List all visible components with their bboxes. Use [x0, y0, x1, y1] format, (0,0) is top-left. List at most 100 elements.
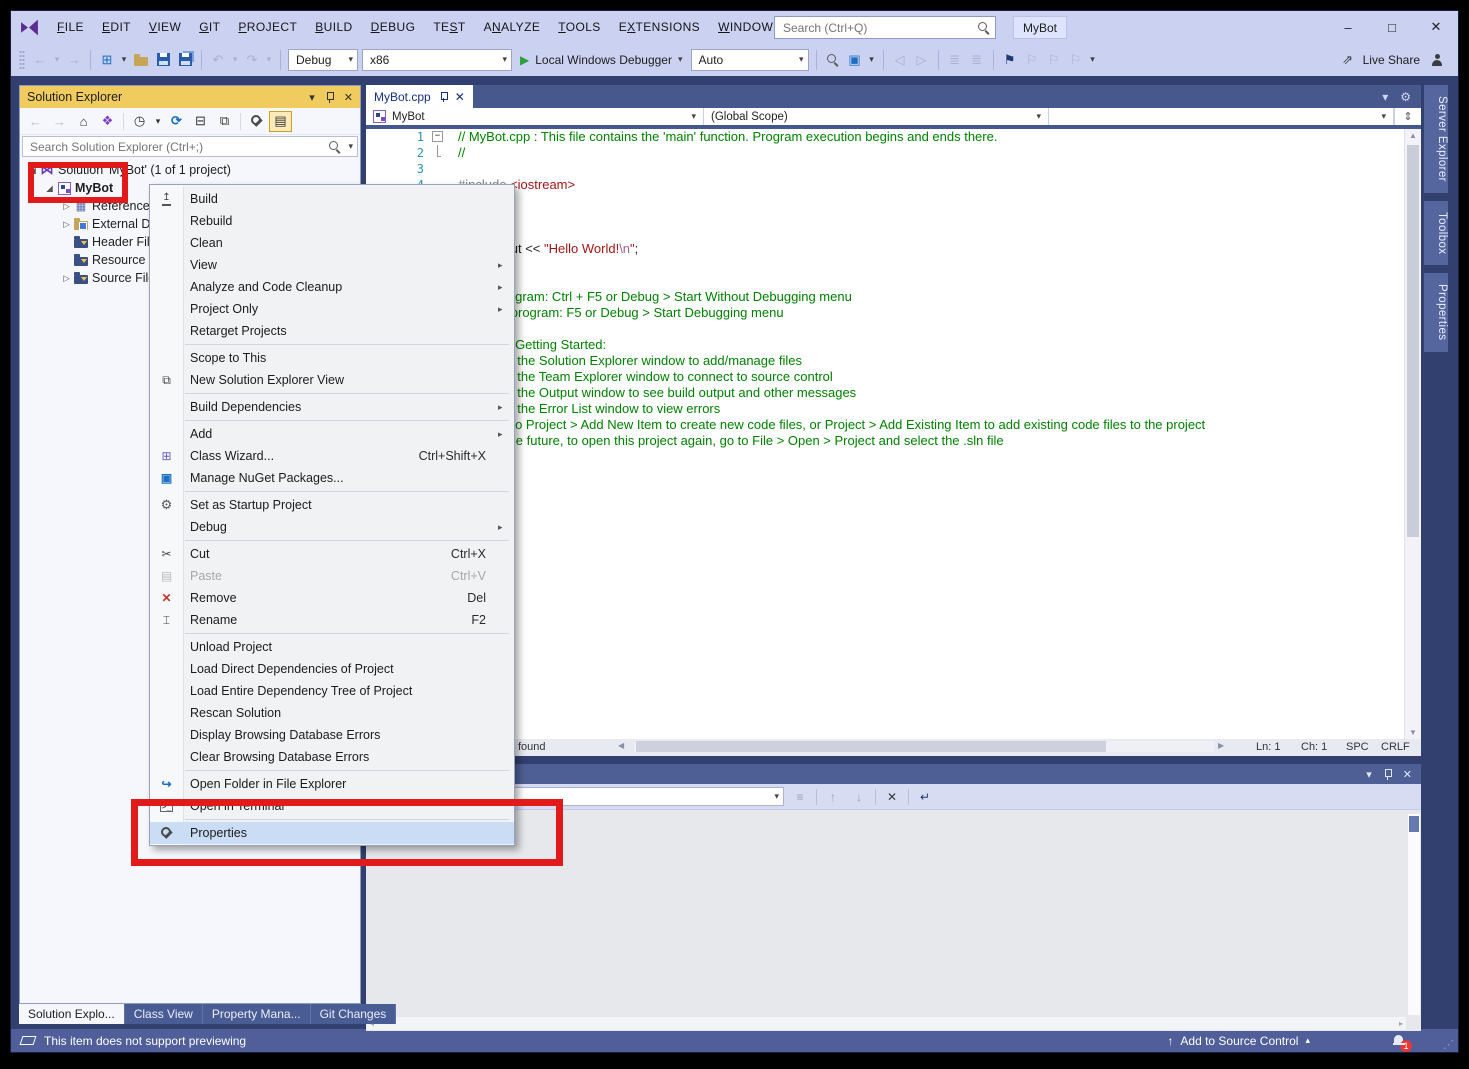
document-dropdown[interactable]: ▾ — [1382, 90, 1388, 104]
sync-with-active-document-icon[interactable]: ⧉ — [213, 111, 236, 132]
pin-icon[interactable] — [324, 91, 335, 103]
save-all-icon[interactable] — [174, 48, 196, 72]
context-menu-item-display-browsing-database-errors[interactable]: Display Browsing Database Errors — [150, 724, 514, 746]
editor-split-handle[interactable]: ⇕ — [1394, 108, 1421, 125]
context-menu-item-clear-browsing-database-errors[interactable]: Clear Browsing Database Errors — [150, 746, 514, 768]
save-icon[interactable] — [152, 48, 174, 72]
next-bookmark-icon[interactable]: ⚐ — [1043, 48, 1065, 72]
solution-name-badge[interactable]: MyBot — [1013, 16, 1067, 39]
hscroll-right-arrow[interactable]: ▸ — [1399, 1019, 1403, 1028]
editor-horizontal-scrollbar[interactable] — [634, 741, 1214, 752]
menu-view[interactable]: VIEW — [140, 20, 190, 34]
menu-build[interactable]: BUILD — [306, 20, 361, 34]
document-health-indicator[interactable]: found — [518, 741, 546, 753]
switch-views-icon[interactable]: ❖ — [96, 111, 119, 132]
collapse-all-icon[interactable]: ⊟ — [189, 111, 212, 132]
resize-grip[interactable]: ⋰ — [1443, 1038, 1454, 1051]
next-message-icon[interactable]: ↓ — [849, 790, 869, 804]
tree-expander[interactable]: ▷ — [60, 219, 73, 230]
solution-explorer-search[interactable]: ▾ — [22, 136, 358, 157]
toggle-word-wrap-icon[interactable]: ↵ — [915, 790, 935, 804]
context-menu-item-manage-nuget-packages[interactable]: ▣Manage NuGet Packages... — [150, 467, 514, 489]
project-scope-combo[interactable]: MyBot ▾ — [366, 108, 704, 125]
tab-close-icon[interactable]: ✕ — [455, 90, 465, 104]
context-menu-item-add[interactable]: Add▸ — [150, 423, 514, 445]
context-menu-item-build[interactable]: ↥Build — [150, 188, 514, 210]
context-menu-item-rescan-solution[interactable]: Rescan Solution — [150, 702, 514, 724]
context-menu-item-rename[interactable]: ⌶RenameF2 — [150, 609, 514, 631]
minimize-button[interactable]: – — [1326, 11, 1370, 43]
undo-icon[interactable]: ↶ — [207, 48, 229, 72]
start-debugging-button[interactable]: ▶Local Windows Debugger▾ — [516, 48, 687, 72]
context-menu-item-unload-project[interactable]: Unload Project — [150, 636, 514, 658]
output-close-icon[interactable]: ✕ — [1403, 768, 1412, 781]
context-menu-item-build-dependencies[interactable]: Build Dependencies▸ — [150, 396, 514, 418]
menu-project[interactable]: PROJECT — [229, 20, 306, 34]
nav-forward-icon[interactable]: → — [63, 48, 85, 72]
panel-tab-git-changes[interactable]: Git Changes — [311, 1004, 397, 1024]
output-panel-titlebar[interactable]: ▾✕ — [366, 764, 1421, 784]
fold-collapse-box[interactable]: − — [432, 131, 443, 142]
maximize-button[interactable]: □ — [1370, 11, 1414, 43]
nav-back-icon[interactable]: ← — [29, 48, 51, 72]
hscroll-left-arrow[interactable]: ◀ — [618, 741, 624, 750]
scrollbar-thumb[interactable] — [1409, 816, 1419, 832]
menu-file[interactable]: FILE — [48, 20, 93, 34]
toggle-bookmark-icon[interactable]: ⚑ — [999, 48, 1021, 72]
auto-combo[interactable]: Auto▾ — [691, 49, 809, 71]
output-pin-icon[interactable] — [1382, 768, 1393, 780]
output-horizontal-scrollbar[interactable]: ◂ ▸ — [367, 1017, 1406, 1030]
home-icon[interactable]: ⌂ — [72, 111, 95, 132]
find-in-files-icon[interactable] — [822, 48, 844, 72]
panel-tab-class-view[interactable]: Class View — [125, 1004, 203, 1024]
panel-tab-solution-explo[interactable]: Solution Explo... — [19, 1004, 125, 1024]
context-menu-item-rebuild[interactable]: Rebuild — [150, 210, 514, 232]
hscroll-right-arrow[interactable]: ▶ — [1218, 741, 1224, 750]
context-menu-item-scope-to-this[interactable]: Scope to This — [150, 347, 514, 369]
context-menu-item-set-as-startup-project[interactable]: ⚙Set as Startup Project — [150, 494, 514, 516]
solution-explorer-search-input[interactable] — [23, 140, 327, 154]
context-menu-item-new-solution-explorer-view[interactable]: ⧉New Solution Explorer View — [150, 369, 514, 391]
toolbar-options-overflow[interactable]: ▾ — [866, 48, 878, 72]
side-tab-toolbox[interactable]: Toolbox — [1424, 201, 1448, 265]
previous-bookmark-icon[interactable]: ⚐ — [1021, 48, 1043, 72]
new-project-icon[interactable]: ⊞ — [96, 48, 118, 72]
nav-back-dropdown[interactable]: ▾ — [51, 48, 63, 72]
clear-all-output-icon[interactable]: ✕ — [882, 790, 902, 804]
side-tab-server-explorer[interactable]: Server Explorer — [1424, 85, 1448, 193]
context-menu-item-analyze-and-code-cleanup[interactable]: Analyze and Code Cleanup▸ — [150, 276, 514, 298]
menu-test[interactable]: TEST — [424, 20, 474, 34]
scrollbar-thumb[interactable] — [636, 741, 1106, 752]
context-menu-item-debug[interactable]: Debug▸ — [150, 516, 514, 538]
context-menu-item-class-wizard[interactable]: ⊞Class Wizard...Ctrl+Shift+X — [150, 445, 514, 467]
side-tab-properties[interactable]: Properties — [1424, 273, 1448, 351]
menu-analyze[interactable]: ANALYZE — [475, 20, 550, 34]
menu-git[interactable]: GIT — [190, 20, 229, 34]
scroll-down-arrow[interactable]: ▼ — [1405, 728, 1421, 737]
code-editor[interactable]: 1−// MyBot.cpp : This file contains the … — [366, 129, 1404, 739]
redo-dropdown[interactable]: ▾ — [263, 48, 275, 72]
context-menu-item-project-only[interactable]: Project Only▸ — [150, 298, 514, 320]
menu-extensions[interactable]: EXTENSIONS — [610, 20, 709, 34]
context-menu-item-paste[interactable]: ▤PasteCtrl+V — [150, 565, 514, 587]
context-menu-item-view[interactable]: View▸ — [150, 254, 514, 276]
close-icon[interactable]: ✕ — [344, 91, 353, 104]
redo-icon[interactable]: ↷ — [241, 48, 263, 72]
previous-message-icon[interactable]: ↑ — [823, 790, 843, 804]
output-vertical-scrollbar[interactable] — [1408, 814, 1420, 1015]
context-menu-item-load-direct-dependencies-of-project[interactable]: Load Direct Dependencies of Project — [150, 658, 514, 680]
scope-combo[interactable]: (Global Scope) ▾ — [704, 108, 1049, 125]
menu-debug[interactable]: DEBUG — [362, 20, 425, 34]
show-all-files-icon[interactable]: ▤ — [269, 111, 292, 132]
menu-tools[interactable]: TOOLS — [549, 20, 609, 34]
menu-window[interactable]: WINDOW — [709, 20, 782, 34]
tree-expander[interactable]: ▷ — [60, 273, 73, 284]
search-input[interactable] — [775, 21, 976, 35]
refresh-icon[interactable]: ⟳ — [165, 111, 188, 132]
solution-platform-combo[interactable]: x86▾ — [362, 49, 512, 71]
context-menu-item-open-folder-in-file-explorer[interactable]: ↪Open Folder in File Explorer — [150, 773, 514, 795]
properties-icon[interactable] — [245, 111, 268, 132]
notifications-bell-icon[interactable]: 1 — [1391, 1033, 1406, 1048]
context-menu-item-load-entire-dependency-tree-of-project[interactable]: Load Entire Dependency Tree of Project — [150, 680, 514, 702]
window-position-dropdown[interactable]: ▾ — [309, 91, 315, 104]
